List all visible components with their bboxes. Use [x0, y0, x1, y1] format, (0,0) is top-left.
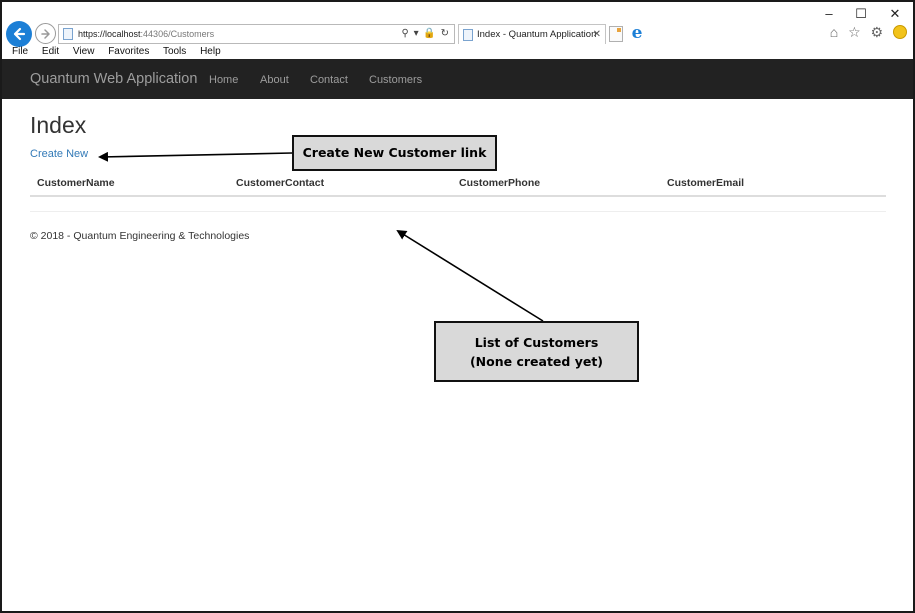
url-text: https://localhost:44306/Customers — [78, 25, 214, 43]
ie-logo-icon[interactable]: e — [628, 24, 646, 42]
menu-help[interactable]: Help — [200, 46, 221, 57]
url-path: :44306/Customers — [140, 29, 215, 39]
browser-chrome: https://localhost:44306/Customers ⚲ ▾ 🔒 … — [2, 2, 913, 59]
new-tab-icon[interactable] — [609, 26, 623, 42]
screenshot-frame: https://localhost:44306/Customers ⚲ ▾ 🔒 … — [0, 0, 915, 613]
menu-file[interactable]: File — [12, 46, 28, 57]
menu-tools[interactable]: Tools — [163, 46, 186, 57]
create-new-link[interactable]: Create New — [30, 148, 88, 160]
nav-contact[interactable]: Contact — [310, 59, 348, 101]
tab-close-icon[interactable]: ✕ — [593, 25, 601, 45]
footer-text: © 2018 - Quantum Engineering & Technolog… — [30, 230, 250, 242]
page-title: Index — [30, 112, 87, 138]
back-button[interactable] — [6, 21, 32, 47]
list-callout: List of Customers (None created yet) — [434, 321, 639, 382]
address-bar[interactable]: https://localhost:44306/Customers ⚲ ▾ 🔒 … — [58, 24, 455, 44]
nav-about[interactable]: About — [260, 59, 289, 101]
table-header-divider — [30, 195, 886, 197]
col-header-email: CustomerEmail — [667, 177, 745, 189]
col-header-name: CustomerName — [37, 177, 115, 189]
nav-customers[interactable]: Customers — [369, 59, 422, 101]
back-arrow-icon — [13, 27, 26, 41]
feedback-smiley-icon[interactable] — [893, 25, 907, 39]
create-link-callout: Create New Customer link — [292, 135, 497, 171]
menu-bar: File Edit View Favorites Tools Help — [12, 46, 232, 57]
list-callout-line2: (None created yet) — [469, 354, 604, 369]
arrow-to-create-link — [98, 151, 293, 162]
tab-page-icon — [463, 29, 473, 41]
home-star-gear-icons[interactable]: ⌂ ☆ ⚙ — [830, 24, 886, 40]
url-host: https://localhost — [78, 29, 141, 39]
menu-edit[interactable]: Edit — [42, 46, 59, 57]
page-icon — [63, 28, 73, 40]
col-header-contact: CustomerContact — [236, 177, 325, 189]
window-close-icon[interactable]: ✕ — [886, 6, 904, 22]
toolbar-icons[interactable]: ⌂ ☆ ⚙ — [830, 24, 907, 41]
forward-arrow-icon — [40, 28, 50, 39]
nav-home[interactable]: Home — [209, 59, 238, 101]
menu-view[interactable]: View — [73, 46, 95, 57]
site-navbar: Quantum Web Application Home About Conta… — [2, 59, 913, 99]
arrow-to-list — [396, 229, 544, 322]
tab-title: Index - Quantum Application — [477, 29, 597, 40]
address-tools-icons[interactable]: ⚲ ▾ 🔒 ↻ — [401, 25, 450, 43]
minimize-icon[interactable]: – — [820, 6, 838, 21]
col-header-phone: CustomerPhone — [459, 177, 541, 189]
site-brand[interactable]: Quantum Web Application — [30, 59, 197, 99]
browser-tab[interactable]: Index - Quantum Application ✕ — [458, 24, 606, 44]
forward-button[interactable] — [35, 23, 56, 44]
list-callout-line1: List of Customers — [474, 335, 599, 350]
footer-divider — [30, 211, 886, 212]
menu-favorites[interactable]: Favorites — [108, 46, 149, 57]
maximize-icon[interactable]: ☐ — [852, 6, 870, 22]
